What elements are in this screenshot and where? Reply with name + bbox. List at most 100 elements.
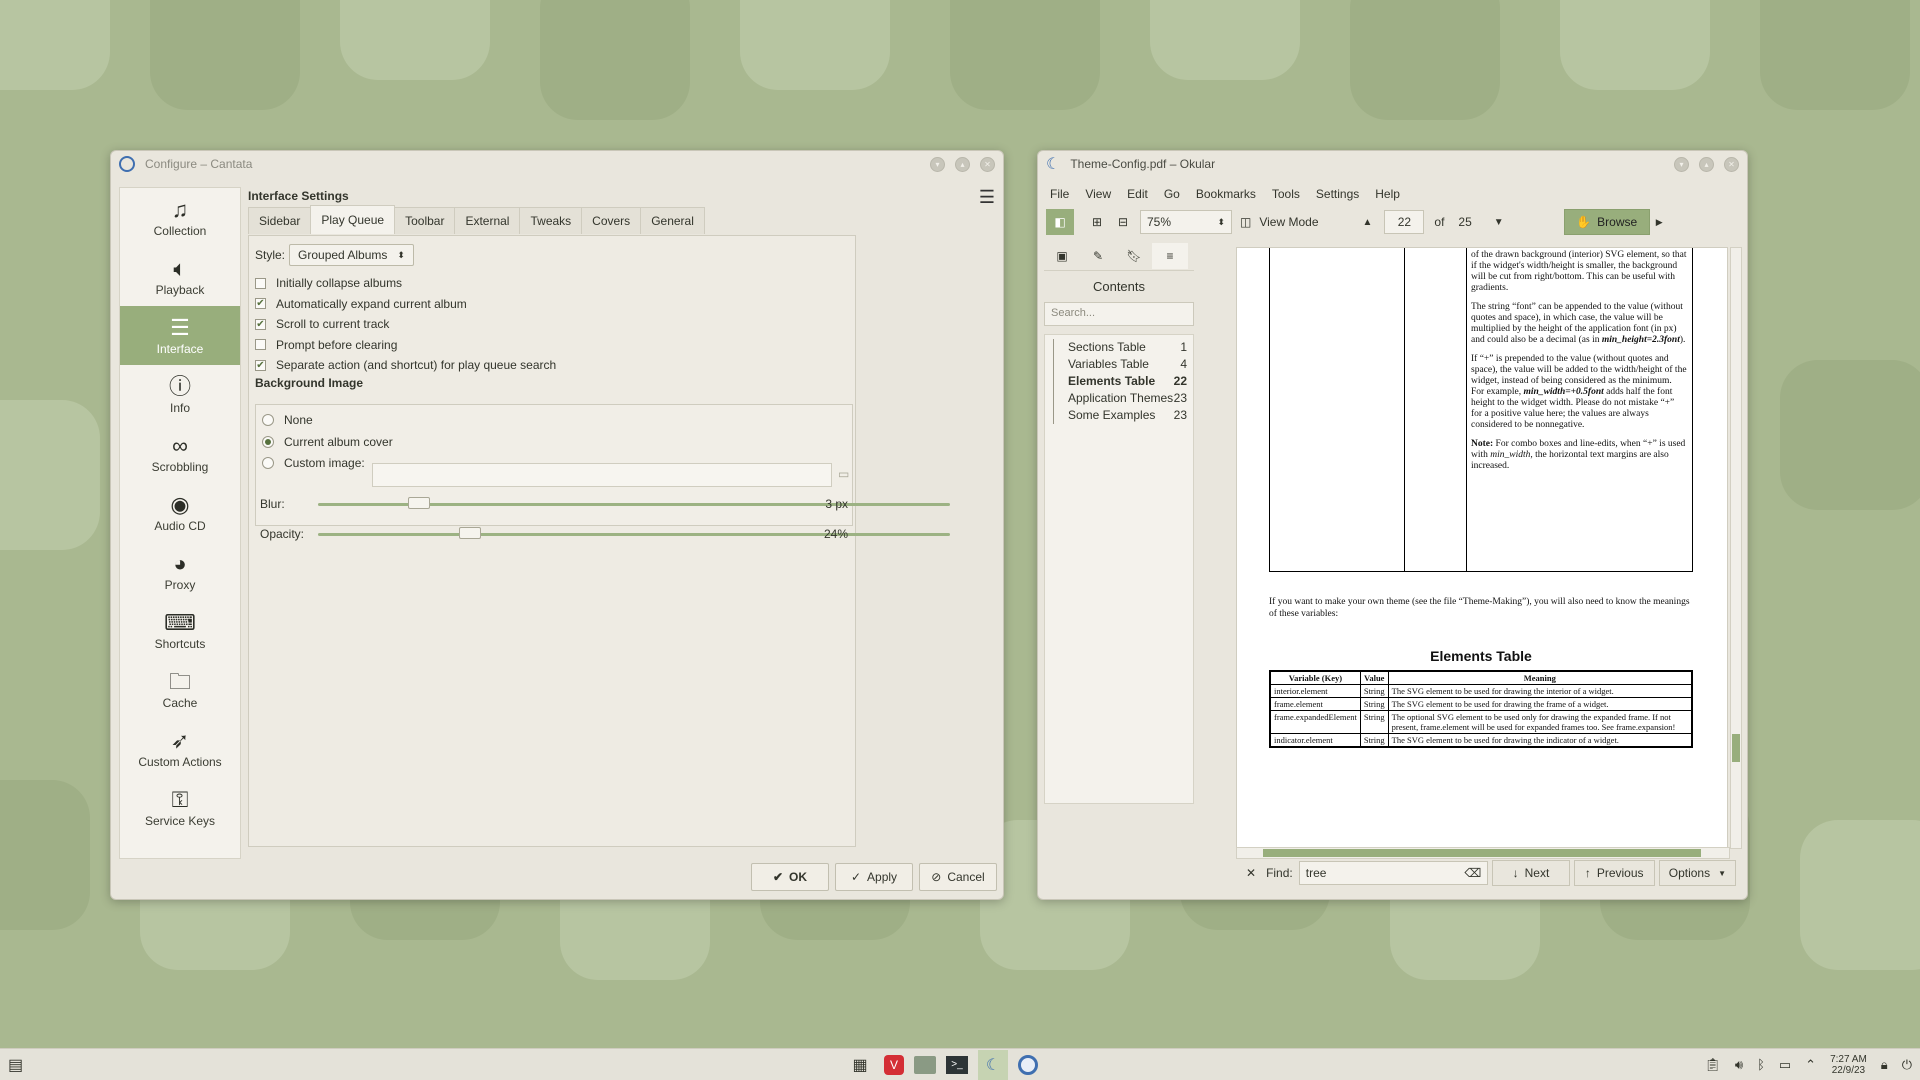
vivaldi-icon[interactable]: V — [884, 1054, 904, 1075]
menu-bookmarks[interactable]: Bookmarks — [1196, 187, 1256, 201]
sidebar-item-scrobbling[interactable]: ∞ Scrobbling — [120, 424, 240, 483]
sidebar-toggle-button[interactable]: ◧ — [1046, 209, 1074, 235]
sidebar-item-audio-cd[interactable]: ◉ Audio CD — [120, 483, 240, 542]
radio-button[interactable] — [262, 435, 274, 448]
clipboard-icon[interactable]: 📋︎ — [1704, 1057, 1721, 1073]
vertical-scroll-thumb[interactable] — [1732, 734, 1740, 762]
close-button[interactable]: ✕ — [980, 156, 995, 172]
okular-task-icon[interactable]: ☾ — [978, 1049, 1008, 1080]
next-page-icon[interactable]: ▼ — [1494, 217, 1504, 228]
clock[interactable]: 7:27 AM 22/9/23 — [1830, 1054, 1867, 1076]
tab-covers[interactable]: Covers — [581, 207, 642, 234]
radio-button[interactable] — [262, 414, 274, 426]
tab-sidebar[interactable]: Sidebar — [248, 207, 312, 234]
blur-slider-handle[interactable] — [408, 497, 431, 509]
bluetooth-icon[interactable]: ᛒ — [1757, 1057, 1765, 1072]
page-number-input[interactable]: 22 — [1384, 210, 1425, 234]
checkbox[interactable]: ✔ — [255, 298, 266, 309]
toc-item[interactable]: Some Examples 23 — [1053, 407, 1193, 424]
sidebar-item-interface[interactable]: ☰ Interface — [120, 306, 240, 365]
browse-tool-button[interactable]: ✋ Browse — [1563, 209, 1650, 235]
clear-text-icon[interactable]: ⌫ — [1464, 866, 1481, 880]
bookmarks-icon[interactable]: 🔖︎ — [1116, 243, 1152, 269]
contents-icon[interactable]: ≡ — [1152, 242, 1188, 269]
sidebar-item-collection[interactable]: ♫ Collection — [120, 188, 240, 247]
horizontal-scroll-thumb[interactable] — [1263, 849, 1701, 857]
menu-edit[interactable]: Edit — [1127, 187, 1148, 201]
find-previous-button[interactable]: ↑ Previous — [1573, 860, 1655, 886]
find-input[interactable]: tree ⌫ — [1298, 861, 1489, 885]
sidebar-item-shortcuts[interactable]: ⌨ Shortcuts — [120, 601, 240, 660]
menu-tools[interactable]: Tools — [1272, 187, 1300, 201]
maximize-button[interactable]: ▴ — [1699, 156, 1714, 172]
sidebar-item-info[interactable]: ⓘ Info — [120, 365, 240, 424]
close-button[interactable]: ✕ — [1724, 156, 1739, 172]
ok-button[interactable]: ✔ OK — [751, 863, 829, 891]
okular-titlebar[interactable]: ☾ Theme-Config.pdf – Okular ▾ ▴ ✕ — [1038, 151, 1747, 177]
toc-item[interactable]: Elements Table 22 — [1053, 373, 1193, 390]
style-select[interactable]: Grouped Albums ⬍ — [289, 244, 414, 266]
view-mode-button[interactable]: ◫ View Mode — [1240, 209, 1319, 235]
radio-row[interactable]: None — [262, 413, 313, 427]
sidebar-item-service-keys[interactable]: ⚿ Service Keys — [120, 778, 240, 837]
sidebar-item-proxy[interactable]: ◕ Proxy — [120, 542, 240, 601]
opacity-slider-track[interactable] — [318, 533, 950, 536]
horizontal-scrollbar[interactable] — [1236, 847, 1730, 859]
overview-grid-icon[interactable]: ▦ — [846, 1055, 874, 1075]
zoom-in-button[interactable]: ⊞ — [1084, 209, 1110, 235]
tab-play-queue[interactable]: Play Queue — [310, 205, 396, 234]
checkbox[interactable]: ✔ — [255, 359, 266, 371]
menu-help[interactable]: Help — [1375, 187, 1400, 201]
find-next-button[interactable]: ↓ Next — [1492, 860, 1570, 886]
toc-item[interactable]: Variables Table 4 — [1053, 356, 1193, 373]
volume-icon[interactable]: 🔊︎ — [1735, 1057, 1743, 1073]
custom-image-path-input[interactable] — [372, 463, 832, 487]
checkbox-row[interactable]: Initially collapse albums — [255, 276, 402, 290]
power-icon[interactable]: ⏻ — [1902, 1057, 1912, 1073]
cantata-task-icon[interactable] — [1018, 1054, 1038, 1075]
checkbox-row[interactable]: ✔ Automatically expand current album — [255, 297, 467, 311]
terminal-icon[interactable]: >_ — [946, 1055, 968, 1074]
lock-icon[interactable]: 🔒︎ — [1881, 1057, 1888, 1073]
cancel-button[interactable]: ⊘ Cancel — [919, 863, 997, 891]
radio-row[interactable]: Current album cover — [262, 435, 393, 449]
menu-settings[interactable]: Settings — [1316, 187, 1359, 201]
file-manager-icon[interactable] — [914, 1055, 936, 1074]
previous-page-icon[interactable]: ▲ — [1363, 217, 1373, 228]
zoom-select[interactable]: 75% ⬍ — [1140, 210, 1232, 234]
folder-browse-icon[interactable]: ▭ — [838, 467, 849, 481]
more-arrow-icon[interactable]: ▶ — [1656, 217, 1663, 228]
sidebar-item-cache[interactable]: 🗀 Cache — [120, 660, 240, 719]
zoom-out-button[interactable]: ⊟ — [1110, 209, 1136, 235]
minimize-button[interactable]: ▾ — [930, 156, 945, 172]
menu-view[interactable]: View — [1085, 187, 1111, 201]
tab-tweaks[interactable]: Tweaks — [519, 207, 583, 234]
checkbox[interactable]: ✔ — [255, 318, 266, 330]
close-find-icon[interactable]: ✕ — [1246, 866, 1256, 880]
opacity-slider-handle[interactable] — [458, 527, 481, 539]
tab-toolbar[interactable]: Toolbar — [394, 207, 456, 234]
tab-external[interactable]: External — [454, 207, 521, 234]
toc-item[interactable]: Sections Table 1 — [1053, 339, 1193, 356]
find-options-button[interactable]: Options ▼ — [1658, 860, 1737, 886]
checkbox-row[interactable]: ✔ Scroll to current track — [255, 317, 389, 331]
tab-general[interactable]: General — [640, 207, 705, 234]
radio-row[interactable]: Custom image: — [262, 456, 365, 470]
settings-sliders-icon[interactable]: ☰ — [979, 187, 995, 208]
cantata-titlebar[interactable]: Configure – Cantata ▾ ▴ ✕ — [111, 151, 1003, 177]
annotations-pen-icon[interactable]: ✎ — [1080, 243, 1116, 269]
contents-search-input[interactable]: Search... — [1044, 302, 1194, 326]
apply-button[interactable]: ✓ Apply — [835, 863, 913, 891]
sidebar-item-playback[interactable]: 🔈︎ Playback — [120, 247, 240, 306]
checkbox[interactable] — [255, 277, 266, 289]
menu-go[interactable]: Go — [1164, 187, 1180, 201]
network-icon[interactable]: ▭ — [1779, 1057, 1791, 1073]
menu-file[interactable]: File — [1050, 187, 1069, 201]
toc-item[interactable]: Application Themes 23 — [1053, 390, 1193, 407]
thumbnails-icon[interactable]: ▣ — [1044, 243, 1080, 269]
app-launcher-icon[interactable]: ▤ — [8, 1055, 23, 1075]
maximize-button[interactable]: ▴ — [955, 156, 970, 172]
sidebar-item-custom-actions[interactable]: ➶ Custom Actions — [120, 719, 240, 778]
vertical-scrollbar[interactable] — [1730, 247, 1742, 849]
minimize-button[interactable]: ▾ — [1674, 156, 1689, 172]
